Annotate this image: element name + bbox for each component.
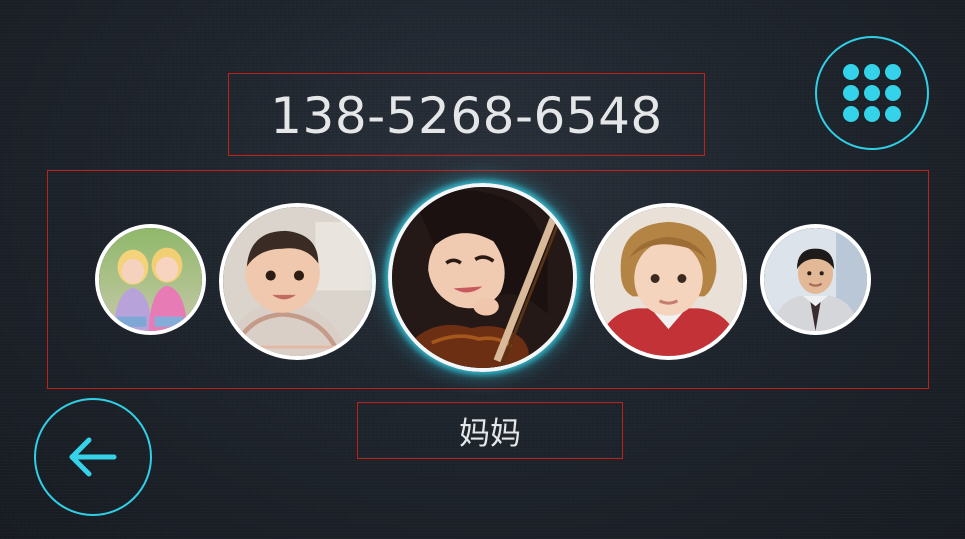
contact-avatar-boy[interactable] — [590, 203, 747, 360]
keypad-icon — [843, 64, 901, 122]
contact-avatar-mom-selected[interactable] — [388, 183, 577, 372]
contact-avatar-man-suit[interactable] — [760, 224, 871, 335]
contact-photo-twin-girls — [99, 228, 202, 331]
keypad-button[interactable] — [815, 36, 929, 150]
contact-avatar-toddler[interactable] — [219, 203, 376, 360]
contact-name-display: 妈妈 — [357, 402, 623, 459]
phone-number-text: 138-5268-6548 — [270, 86, 663, 145]
back-button[interactable] — [34, 398, 152, 516]
phone-number-display: 138-5268-6548 — [228, 73, 705, 156]
contact-photo-woman-violin — [392, 187, 573, 368]
contact-photo-man-suit — [764, 228, 867, 331]
contact-photo-toddler — [223, 207, 372, 356]
contact-avatar-twin-girls[interactable] — [95, 224, 206, 335]
back-arrow-icon — [69, 437, 117, 477]
contact-photo-boy — [594, 207, 743, 356]
contact-name-text: 妈妈 — [459, 416, 521, 452]
